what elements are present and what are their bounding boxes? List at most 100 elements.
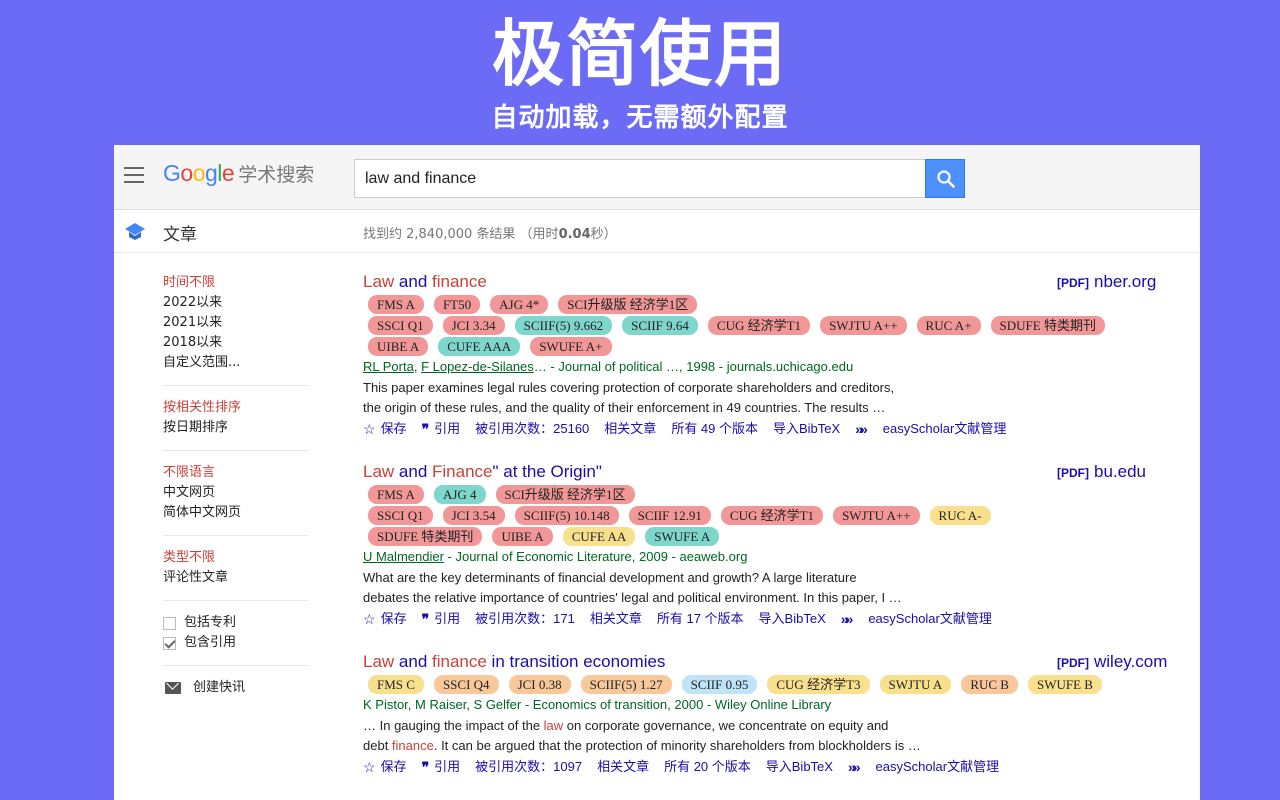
ranking-badge: SDUFE 特类期刊 (990, 316, 1105, 335)
save-button[interactable]: ☆ 保存 (363, 419, 407, 439)
easyscholar-link[interactable]: easyScholar文献管理 (868, 609, 992, 629)
ranking-badge: RUC A+ (916, 316, 981, 335)
filter-time-option[interactable]: 2018以来 (163, 333, 308, 353)
create-alert-link[interactable]: 创建快讯 (163, 678, 308, 698)
ranking-badge: CUG 经济学T1 (707, 316, 811, 335)
filter-time-option[interactable]: 时间不限 (163, 273, 308, 293)
import-bibtex-link[interactable]: 导入BibTeX (773, 419, 840, 439)
google-wordmark: Google (163, 160, 235, 187)
result-actions: ☆ 保存 ❞ 引用 被引用次数：171 相关文章 所有 17 个版本 导入BibTeX »» ea… (363, 609, 1193, 629)
all-versions-link[interactable]: 所有 49 个版本 (671, 419, 758, 439)
scholar-window: Google 学术搜索 law and finance 文章 找到约 2,840… (114, 145, 1200, 800)
logo-letter: e (221, 160, 235, 186)
stats-prefix: 找到约 2,840,000 条结果 （用时 (363, 227, 559, 242)
pdf-link[interactable]: [PDF] bu.edu (1057, 461, 1146, 484)
related-articles-link[interactable]: 相关文章 (597, 757, 649, 777)
title-segment: Law (363, 272, 395, 291)
all-versions-link[interactable]: 所有 17 个版本 (657, 609, 744, 629)
snippet-segment: debates the relative importance of count… (363, 589, 902, 605)
double-chevron-icon[interactable]: »» (855, 419, 867, 439)
import-bibtex-link[interactable]: 导入BibTeX (766, 757, 833, 777)
quote-icon: ❞ (421, 611, 430, 627)
ranking-badge: CUG 经济学T3 (767, 675, 870, 694)
author-link[interactable]: F Lopez-de-Silanes (421, 359, 534, 374)
filter-sidebar: 时间不限 2022以来 2021以来 2018以来 自定义范围... 按相关性排序 按日期… (163, 273, 308, 698)
quote-icon: ❞ (421, 759, 430, 775)
cited-by-link[interactable]: 被引用次数：25160 (475, 419, 589, 439)
filter-language-option[interactable]: 简体中文网页 (163, 503, 308, 523)
section-articles[interactable]: 文章 (163, 220, 197, 245)
all-versions-link[interactable]: 所有 20 个版本 (664, 757, 751, 777)
filter-sort-option[interactable]: 按相关性排序 (163, 398, 308, 418)
logo-letter: o (192, 160, 206, 186)
search-input[interactable]: law and finance (354, 159, 926, 198)
related-articles-link[interactable]: 相关文章 (604, 419, 656, 439)
cite-button[interactable]: ❞ 引用 (422, 419, 461, 439)
filter-language-option[interactable]: 不限语言 (163, 463, 308, 483)
snippet-segment: What are the key determinants of financi… (363, 570, 857, 585)
cite-button[interactable]: ❞ 引用 (422, 757, 461, 777)
publication-info: K Pistor, M Raiser, S Gelfer - Economics… (363, 697, 832, 712)
save-button[interactable]: ☆ 保存 (363, 609, 407, 629)
result-stats: 找到约 2,840,000 条结果 （用时0.04秒） (363, 223, 617, 242)
pdf-tag: [PDF] (1057, 466, 1089, 480)
pdf-domain: bu.edu (1094, 462, 1146, 481)
cite-label: 引用 (434, 421, 461, 436)
easyscholar-link[interactable]: easyScholar文献管理 (876, 757, 1000, 777)
hamburger-icon[interactable] (124, 167, 144, 183)
pdf-link[interactable]: [PDF] wiley.com (1057, 651, 1167, 674)
ranking-badge: SWJTU A++ (820, 316, 907, 335)
filter-checkbox-row[interactable]: 包括专利 (163, 613, 308, 633)
logo-suffix: 学术搜索 (238, 164, 315, 186)
filter-language-option[interactable]: 中文网页 (163, 483, 308, 503)
ranking-badge: SWJTU A++ (833, 506, 920, 525)
cited-by-link[interactable]: 被引用次数：1097 (475, 757, 582, 777)
search-button[interactable] (925, 159, 965, 198)
author-link[interactable]: RL Porta (363, 359, 414, 374)
filter-language-group: 不限语言 中文网页 简体中文网页 (163, 463, 308, 536)
ranking-badge: SWUFE A+ (530, 337, 612, 356)
save-label: 保存 (380, 611, 407, 626)
star-icon: ☆ (363, 759, 376, 775)
checkbox[interactable] (163, 636, 176, 650)
import-bibtex-link[interactable]: 导入BibTeX (759, 609, 826, 629)
filter-time-option[interactable]: 2021以来 (163, 313, 308, 333)
result-actions: ☆ 保存 ❞ 引用 被引用次数：25160 相关文章 所有 49 个版本 导入BibTeX »»… (363, 419, 1193, 439)
ranking-badge: SCI升级版 经济学1区 (495, 485, 635, 504)
checkbox[interactable] (163, 616, 176, 630)
filter-sort-option[interactable]: 按日期排序 (163, 418, 308, 438)
cite-button[interactable]: ❞ 引用 (422, 609, 461, 629)
double-chevron-icon[interactable]: »» (841, 609, 853, 629)
ranking-badge: JCI 0.38 (508, 675, 571, 694)
ranking-badge: SWUFE A (645, 527, 720, 546)
pdf-link[interactable]: [PDF] nber.org (1057, 271, 1156, 294)
snippet-segment: . It can be argued that the protection o… (433, 737, 921, 753)
filter-type-option[interactable]: 评论性文章 (163, 568, 308, 588)
ranking-badge: UIBE A (492, 527, 553, 546)
ranking-badge: SSCI Q4 (433, 675, 499, 694)
filter-time-option[interactable]: 2022以来 (163, 293, 308, 313)
graduation-cap-icon[interactable] (124, 222, 146, 240)
ranking-badge: CUG 经济学T1 (720, 506, 824, 525)
ranking-badge: SSCI Q1 (368, 506, 433, 525)
filter-type-option[interactable]: 类型不限 (163, 548, 308, 568)
save-label: 保存 (380, 421, 407, 436)
logo-letter: g (204, 160, 218, 186)
result-snippet: This paper examines legal rules covering… (363, 378, 1193, 417)
author-link[interactable]: U Malmendier (363, 549, 444, 564)
ranking-badge: SCIIF 12.91 (628, 506, 711, 525)
filter-checkbox-row[interactable]: 包含引用 (163, 633, 308, 653)
quote-icon: ❞ (421, 421, 430, 437)
cited-by-link[interactable]: 被引用次数：171 (475, 609, 575, 629)
save-button[interactable]: ☆ 保存 (363, 757, 407, 777)
logo-letter: o (180, 160, 193, 186)
related-articles-link[interactable]: 相关文章 (590, 609, 642, 629)
snippet-segment: the origin of these rules, and the quali… (363, 399, 886, 415)
filter-time-option[interactable]: 自定义范围... (163, 353, 308, 373)
ranking-badge: FMS A (368, 485, 424, 504)
scholar-logo[interactable]: Google 学术搜索 (163, 160, 314, 192)
snippet-segment: law (543, 718, 564, 733)
easyscholar-link[interactable]: easyScholar文献管理 (883, 419, 1007, 439)
ranking-badge: SSCI Q1 (368, 316, 433, 335)
double-chevron-icon[interactable]: »» (848, 757, 860, 777)
